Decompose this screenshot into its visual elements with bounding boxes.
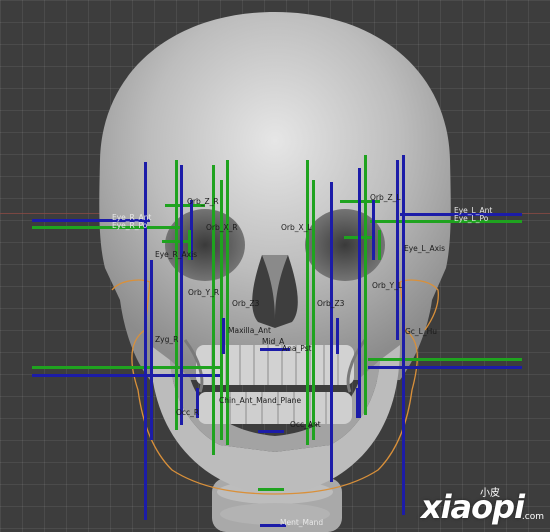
site-watermark: 小皮 xiaopi .com bbox=[421, 484, 544, 528]
label-occ-l[interactable]: Occ_Ant bbox=[290, 421, 321, 429]
watermark-logo: xiaopi bbox=[420, 488, 525, 526]
label-eye-r-axis[interactable]: Eye_R_Axis bbox=[155, 251, 197, 259]
label-zyg-r[interactable]: Zyg_R bbox=[155, 336, 178, 344]
label-orb-y-l[interactable]: Orb_Y_L bbox=[372, 282, 402, 290]
label-orb-x-l[interactable]: Orb_X_L bbox=[281, 224, 312, 232]
label-orb-y-r[interactable]: Orb_Y_R bbox=[188, 289, 219, 297]
label-orb-z-l[interactable]: Orb_Z_L bbox=[370, 194, 401, 202]
label-orb-x-r[interactable]: Orb_X_R bbox=[206, 224, 238, 232]
label-eye-l-axis[interactable]: Eye_L_Axis bbox=[404, 245, 445, 253]
label-chin-ant[interactable]: Chin_Ant_Mand_Plane bbox=[219, 397, 301, 405]
3d-viewport[interactable]: Orb_Z_R Orb_Z_L Eye_R_Ant Eye_L_Ant Eye_… bbox=[0, 0, 550, 532]
label-menton[interactable]: Ment_Mand bbox=[280, 519, 323, 527]
label-midline-a[interactable]: Mid_A bbox=[262, 338, 284, 346]
label-midline-b[interactable]: Ana_Pst bbox=[282, 345, 311, 353]
label-eye-r-pos[interactable]: Eye_R_Po bbox=[112, 222, 147, 230]
label-eye-l-pos[interactable]: Eye_L_Po bbox=[454, 215, 488, 223]
label-orb-z-r[interactable]: Orb_Z_R bbox=[187, 198, 219, 206]
scene-canvas[interactable] bbox=[0, 0, 550, 532]
label-maxilla[interactable]: Maxilla_Ant bbox=[228, 327, 271, 335]
label-occ-r[interactable]: Occ_R bbox=[176, 409, 199, 417]
watermark-suffix: .com bbox=[521, 512, 544, 522]
label-zyg-l[interactable]: Gc_L_Hu bbox=[405, 328, 437, 336]
label-orb-z3-r[interactable]: Orb_Z3 bbox=[232, 300, 259, 308]
label-orb-z3-l[interactable]: Orb_Z3 bbox=[317, 300, 344, 308]
